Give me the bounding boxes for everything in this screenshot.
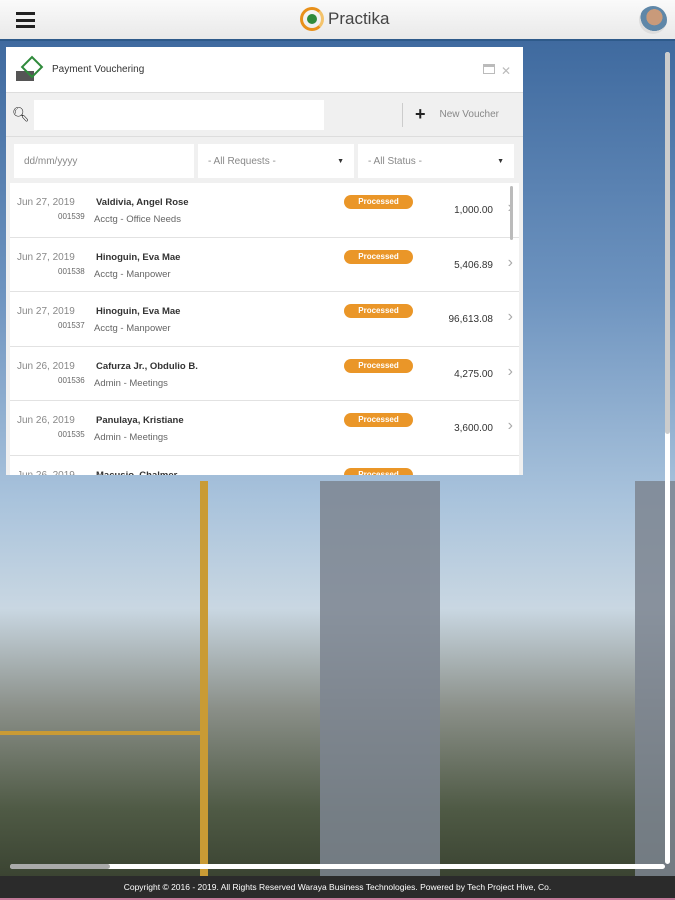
voucher-row[interactable]: Jun 27, 2019 001538 Hinoguin, Eva Mae Acctg…: [10, 237, 519, 292]
voucher-date: Jun 26, 2019: [17, 360, 75, 372]
voucher-date: Jun 27, 2019: [17, 306, 75, 317]
close-icon[interactable]: ✕: [501, 64, 511, 78]
requests-filter-value: - All Requests -: [208, 155, 276, 167]
new-voucher-button[interactable]: + New Voucher: [415, 104, 499, 125]
voucher-category: Admin - Meetings: [94, 432, 168, 443]
chevron-right-icon: ›: [508, 472, 513, 476]
voucher-id: 001535: [58, 430, 85, 439]
voucher-row[interactable]: Jun 27, 2019 001539 Valdivia, Angel Rose Ac…: [10, 183, 519, 238]
voucher-id: 001539: [58, 212, 85, 221]
page-vertical-scrollbar-thumb[interactable]: [665, 52, 670, 434]
payee-name: Panulaya, Kristiane: [96, 415, 184, 426]
chevron-right-icon: ›: [507, 417, 513, 434]
status-badge: Processed: [344, 467, 413, 475]
dropdown-arrow-icon: ▼: [337, 157, 344, 165]
footer: Copyright © 2016 - 2019. All Rights Rese…: [0, 876, 675, 900]
chevron-right-icon: ›: [507, 308, 513, 325]
maximize-icon[interactable]: [482, 64, 495, 74]
building-image: [320, 481, 440, 881]
search-row: 🔍︎ + New Voucher: [6, 93, 523, 137]
new-voucher-label: New Voucher: [439, 109, 499, 120]
status-badge: Processed: [344, 195, 413, 209]
voucher-id: 001537: [58, 321, 85, 330]
payee-name: Hinoguin, Eva Mae: [96, 251, 181, 263]
page-horizontal-scrollbar-thumb[interactable]: [10, 864, 110, 869]
status-badge: Processed: [344, 358, 413, 373]
chevron-right-icon: ›: [507, 362, 513, 380]
voucher-category: Acctg - Manpower: [94, 323, 171, 334]
voucher-amount: 1,000.00: [454, 205, 493, 216]
search-icon: 🔍︎: [12, 106, 30, 122]
status-badge: Processed: [344, 249, 413, 264]
crane-image: [200, 481, 208, 881]
voucher-date: Jun 26, 2019: [17, 469, 75, 476]
window-header: Payment Vouchering ✕: [6, 47, 523, 93]
status-badge: Processed: [344, 413, 413, 427]
status-badge: Processed: [344, 304, 413, 318]
voucher-id: 001538: [58, 266, 85, 276]
plus-icon: +: [415, 104, 426, 124]
date-filter-input[interactable]: dd/mm/yyyy: [14, 144, 194, 178]
app-title: Practika: [328, 9, 390, 28]
hamburger-menu-icon[interactable]: [16, 12, 35, 28]
list-scrollbar[interactable]: [510, 186, 513, 240]
brand: Practika: [300, 7, 389, 31]
search-input[interactable]: [34, 99, 324, 130]
top-bar: Practika: [0, 0, 675, 41]
chevron-right-icon: ›: [507, 253, 513, 271]
voucher-amount: 96,613.08: [448, 314, 494, 325]
voucher-amount: 4,275.00: [454, 368, 493, 380]
status-filter-value: - All Status -: [368, 155, 422, 167]
voucher-row[interactable]: Jun 27, 2019 001537 Hinoguin, Eva Mae Acctg…: [10, 292, 519, 347]
payment-voucher-icon: [16, 59, 40, 81]
payee-name: Valdivia, Angel Rose: [96, 197, 189, 208]
crane-image: [0, 731, 200, 735]
payee-name: Cafurza Jr., Obdulio B.: [96, 360, 198, 372]
filter-row: dd/mm/yyyy - All Requests - ▼ - All Statu…: [6, 137, 523, 183]
voucher-date: Jun 26, 2019: [17, 415, 75, 426]
voucher-category: Acctg - Office Needs: [94, 214, 181, 225]
voucher-category: Admin - Meetings: [94, 377, 168, 389]
requests-filter-select[interactable]: - All Requests - ▼: [198, 144, 354, 178]
voucher-row[interactable]: Jun 26, 2019 001535 Panulaya, Kristiane Adm…: [10, 401, 519, 456]
practika-logo-icon: [300, 7, 324, 31]
window-title: Payment Vouchering: [52, 64, 145, 75]
payee-name: Macusio, Chalmer: [96, 469, 178, 476]
user-avatar[interactable]: [639, 6, 667, 34]
voucher-list: Jun 27, 2019 001539 Valdivia, Angel Rose Ac…: [6, 183, 523, 475]
status-filter-select[interactable]: - All Status - ▼: [358, 144, 514, 178]
voucher-amount: 3,600.00: [454, 423, 493, 434]
voucher-date: Jun 27, 2019: [17, 251, 75, 263]
date-placeholder: dd/mm/yyyy: [24, 155, 78, 167]
divider: [402, 102, 403, 127]
voucher-date: Jun 27, 2019: [17, 197, 75, 208]
voucher-row[interactable]: Jun 26, 2019 001536 Cafurza Jr., Obdulio B…: [10, 346, 519, 401]
payment-vouchering-window: Payment Vouchering ✕ 🔍︎ + New Voucher dd…: [6, 47, 523, 475]
payee-name: Hinoguin, Eva Mae: [96, 306, 181, 317]
dropdown-arrow-icon: ▼: [497, 157, 504, 165]
voucher-row[interactable]: Jun 26, 2019 Macusio, Chalmer Processed ›: [10, 455, 519, 476]
voucher-id: 001536: [58, 375, 85, 385]
voucher-category: Acctg - Manpower: [94, 268, 171, 280]
voucher-amount: 5,406.89: [454, 259, 493, 271]
